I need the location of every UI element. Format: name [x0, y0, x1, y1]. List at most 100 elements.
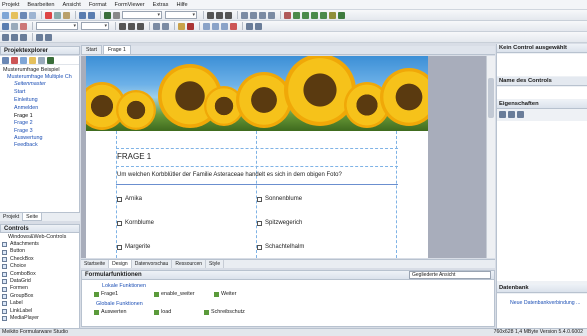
option-arnika[interactable]: Arnika	[117, 196, 142, 202]
highlight-icon[interactable]	[178, 22, 185, 30]
open-icon[interactable]	[11, 11, 18, 19]
menu-extras[interactable]: Extras	[153, 2, 169, 8]
option-kornblume[interactable]: Kornblume	[117, 220, 154, 226]
function-weiter[interactable]: Weiter	[214, 291, 236, 297]
justify-icon[interactable]	[268, 11, 275, 19]
tab-design[interactable]: Design	[109, 260, 132, 268]
control-item[interactable]: DataGrid	[0, 278, 79, 285]
form-page[interactable]: FRAGE 1 Um welchen Korbblütler der Famil…	[86, 56, 428, 258]
align-right-icon[interactable]	[259, 11, 266, 19]
control-item[interactable]: CheckBox	[0, 256, 79, 263]
option-margerite[interactable]: Margerite	[117, 244, 150, 250]
align-middle-icon[interactable]	[11, 33, 18, 41]
tree-survey[interactable]: Musterumfrage Multiple Ch	[7, 74, 72, 80]
format-underline-icon[interactable]	[137, 22, 144, 30]
control-item[interactable]: Button	[0, 248, 79, 255]
function-load[interactable]: load	[154, 309, 171, 315]
new-icon[interactable]	[2, 11, 9, 19]
insert-col-icon[interactable]	[221, 22, 228, 30]
same-height-icon[interactable]	[45, 33, 52, 41]
function-auswerten[interactable]: Auswerten	[94, 309, 126, 315]
arrow-down-icon[interactable]	[302, 11, 309, 19]
controls-group[interactable]: Windows&Web-Controls	[0, 233, 79, 241]
redo-icon[interactable]	[88, 11, 95, 19]
pointer-icon[interactable]	[2, 22, 9, 30]
menu-projekt[interactable]: Projekt	[2, 2, 19, 8]
local-functions-section[interactable]: Lokale Funktionen	[102, 283, 146, 289]
menu-bearbeiten[interactable]: Bearbeiten	[27, 2, 54, 8]
scrollbar-thumb[interactable]	[488, 78, 494, 118]
add-page-icon[interactable]	[20, 56, 27, 64]
format-italic-icon[interactable]	[128, 22, 135, 30]
tree-auswertung[interactable]: Auswertung	[14, 135, 42, 141]
padding-icon[interactable]	[255, 22, 262, 30]
italic-icon[interactable]	[216, 11, 223, 19]
layer-icon[interactable]	[329, 11, 336, 19]
refresh-icon[interactable]	[38, 56, 45, 64]
undo-icon[interactable]	[79, 11, 86, 19]
tree-root[interactable]: Musterumfrage Beispiel	[3, 67, 60, 73]
grid-icon[interactable]	[338, 11, 345, 19]
control-name-field[interactable]	[497, 87, 587, 99]
view-select[interactable]: Gegliederte Ansicht	[409, 271, 491, 279]
global-functions-section[interactable]: Globale Funktionen	[96, 301, 143, 307]
new-db-connection-link[interactable]: Neue Datenbankverbindung ...	[510, 300, 580, 306]
control-item[interactable]: Label	[0, 300, 79, 307]
menu-hilfe[interactable]: Hilfe	[176, 2, 187, 8]
properties-grid[interactable]	[497, 121, 587, 281]
border-icon[interactable]	[246, 22, 253, 30]
align-center-icon[interactable]	[250, 11, 257, 19]
tab-ressourcen[interactable]: Ressourcen	[172, 260, 207, 268]
bullet-icon[interactable]	[153, 22, 160, 30]
control-item[interactable]: ComboBox	[0, 271, 79, 278]
arrow-right-icon[interactable]	[320, 11, 327, 19]
insert-row-icon[interactable]	[212, 22, 219, 30]
align-top-icon[interactable]	[2, 33, 9, 41]
font-size-select[interactable]: ▾	[165, 11, 197, 19]
style-select[interactable]: ▾	[36, 22, 78, 30]
underline-icon[interactable]	[225, 11, 232, 19]
print-icon[interactable]	[29, 11, 36, 19]
function-frage1[interactable]: Frage1	[94, 291, 118, 297]
remove-icon[interactable]	[11, 56, 18, 64]
paste-icon[interactable]	[63, 11, 70, 19]
tree-feedback[interactable]: Feedback	[14, 142, 38, 148]
tab-projekt[interactable]: Projekt	[0, 213, 22, 221]
bold-icon[interactable]	[207, 11, 214, 19]
tab-datenvorschau[interactable]: Datenvorschau	[132, 260, 173, 268]
function-enable-weiter[interactable]: enable_weiter	[154, 291, 195, 297]
align-left-icon[interactable]	[241, 11, 248, 19]
arrow-up-icon[interactable]	[293, 11, 300, 19]
font-family-select[interactable]: ▾	[122, 11, 162, 19]
tree-frage-3[interactable]: Frage 3	[14, 128, 33, 134]
canvas-scrollbar[interactable]	[486, 56, 495, 258]
tree-anmelden[interactable]: Anmelden	[14, 105, 38, 111]
numbering-icon[interactable]	[162, 22, 169, 30]
align-bottom-icon[interactable]	[20, 33, 27, 41]
tab-style[interactable]: Style	[206, 260, 225, 268]
doc-tab-frage-1[interactable]: Frage 1	[102, 45, 131, 54]
property-pages-icon[interactable]	[517, 111, 524, 118]
control-item[interactable]: Attachments	[0, 241, 79, 248]
save-icon[interactable]	[20, 11, 27, 19]
format-bold-icon[interactable]	[119, 22, 126, 30]
copy-icon[interactable]	[54, 11, 61, 19]
text-icon[interactable]	[11, 22, 18, 30]
menu-formviewer[interactable]: FormViewer	[115, 2, 145, 8]
delete-icon[interactable]	[230, 22, 237, 30]
option-sonnenblume[interactable]: Sonnenblume	[257, 196, 302, 202]
color-icon[interactable]	[284, 11, 291, 19]
tab-startseite[interactable]: Startseite	[81, 260, 110, 268]
tree-einleitung[interactable]: Einleitung	[14, 97, 38, 103]
tree-start[interactable]: Start	[14, 89, 25, 95]
tree-frage-1[interactable]: Frage 1	[14, 113, 33, 119]
properties-icon[interactable]	[2, 56, 9, 64]
image-icon[interactable]	[20, 22, 27, 30]
control-selector[interactable]	[497, 54, 587, 76]
stop-icon[interactable]	[113, 11, 120, 19]
run-icon[interactable]	[104, 11, 111, 19]
zoom-select[interactable]: ▾	[81, 22, 109, 30]
same-width-icon[interactable]	[36, 33, 43, 41]
control-item[interactable]: LinkLabel	[0, 308, 79, 315]
cut-icon[interactable]	[45, 11, 52, 19]
